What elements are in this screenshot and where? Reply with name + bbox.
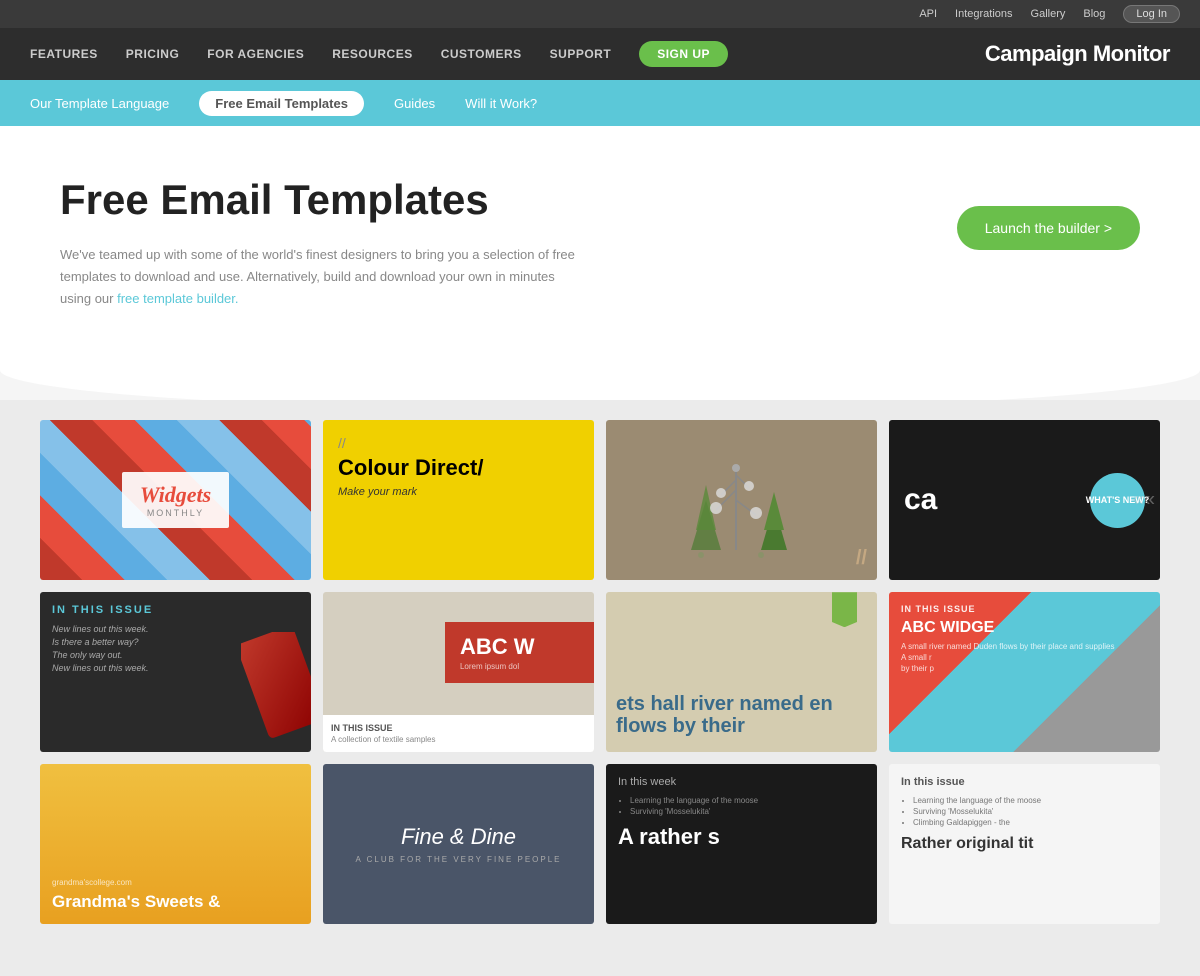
template-builder-link[interactable]: free template builder.	[117, 291, 238, 306]
template-card-fine[interactable]: Fine & Dine A CLUB FOR THE VERY FINE PEO…	[323, 764, 594, 924]
templates-grid-row3: grandma'scollege.com Grandma's Sweets & …	[40, 764, 1160, 924]
nav-pricing[interactable]: PRICING	[126, 47, 180, 61]
launch-builder-button[interactable]: Launch the builder >	[957, 206, 1140, 250]
colour-sub: Make your mark	[338, 486, 579, 498]
nav-customers[interactable]: CUSTOMERS	[441, 47, 522, 61]
templates-grid-row2: IN THIS ISSUE New lines out this week. I…	[40, 592, 1160, 752]
river-ribbon	[832, 592, 857, 627]
integrations-link[interactable]: Integrations	[955, 8, 1012, 20]
subnav-will-it-work[interactable]: Will it Work?	[465, 96, 537, 111]
skate-image	[241, 632, 311, 752]
template-card-issue[interactable]: In this issue Learning the language of t…	[889, 764, 1160, 924]
issue-item-3: Climbing Galdapiggen - the	[913, 818, 1148, 827]
grandma-url: grandma'scollege.com	[52, 878, 299, 887]
template-card-grandma[interactable]: grandma'scollege.com Grandma's Sweets &	[40, 764, 311, 924]
template-card-colour[interactable]: // Colour Direct/ Make your mark	[323, 420, 594, 580]
templates-grid-row1: Widgets Monthly // Colour Direct/ Make y…	[40, 420, 1160, 580]
brand-logo[interactable]: Campaign Monitor	[985, 41, 1170, 67]
api-link[interactable]: API	[919, 8, 937, 20]
template-card-dark[interactable]: ca «« WHAT'S NEW?	[889, 420, 1160, 580]
issue-title: Rather original tit	[901, 835, 1148, 853]
week-header: In this week	[618, 776, 865, 788]
week-item-2: Surviving 'Mosselukita'	[630, 807, 865, 816]
login-button[interactable]: Log In	[1123, 5, 1180, 23]
sub-nav: Our Template Language Free Email Templat…	[0, 80, 1200, 126]
week-items: Learning the language of the moose Survi…	[618, 796, 865, 816]
wave-divider	[0, 350, 1200, 400]
nav-support[interactable]: SUPPORT	[550, 47, 612, 61]
dark-text: ca	[904, 483, 937, 517]
abc2-item-3: by their p	[901, 664, 1148, 673]
abc2-header: IN THIS ISSUE	[901, 604, 1148, 614]
template-card-abc-textile[interactable]: ABC W Lorem ipsum dol IN THIS ISSUE A co…	[323, 592, 594, 752]
template-card-abc2[interactable]: IN THIS ISSUE ABC WIDGE A small river na…	[889, 592, 1160, 752]
hero-section: Free Email Templates We've teamed up wit…	[0, 126, 1200, 350]
nature-slash: //	[856, 547, 867, 570]
issue-items: Learning the language of the moose Survi…	[901, 796, 1148, 827]
signup-button[interactable]: SIGN UP	[639, 41, 728, 67]
abc-header: IN THIS ISSUE A collection of textile sa…	[323, 715, 594, 752]
abc2-title: ABC WIDGE	[901, 619, 1148, 637]
hero-description: We've teamed up with some of the world's…	[60, 244, 580, 310]
subnav-free-templates[interactable]: Free Email Templates	[199, 91, 364, 116]
grandma-title: Grandma's Sweets &	[52, 892, 299, 912]
template-card-widgets[interactable]: Widgets Monthly	[40, 420, 311, 580]
abc-lorem: Lorem ipsum dol	[460, 662, 579, 671]
abc-letters: ABC W	[460, 634, 579, 660]
issue-item-1: Learning the language of the moose	[913, 796, 1148, 805]
issue-item-2: Surviving 'Mosselukita'	[913, 807, 1148, 816]
fine-title: Fine & Dine	[401, 824, 516, 850]
template-card-week[interactable]: In this week Learning the language of th…	[606, 764, 877, 924]
subnav-guides[interactable]: Guides	[394, 96, 435, 111]
week-title: A rather s	[618, 824, 865, 850]
fine-sub: A CLUB FOR THE VERY FINE PEOPLE	[355, 855, 561, 864]
hero-text: Free Email Templates We've teamed up wit…	[60, 176, 580, 310]
nav-resources[interactable]: RESOURCES	[332, 47, 413, 61]
nav-agencies[interactable]: FOR AGENCIES	[207, 47, 304, 61]
abc2-item-2: A small r	[901, 653, 1148, 662]
top-bar: API Integrations Gallery Blog Log In	[0, 0, 1200, 28]
subnav-template-language[interactable]: Our Template Language	[30, 96, 169, 111]
widgets-title: Widgets	[140, 482, 211, 508]
template-card-skate[interactable]: IN THIS ISSUE New lines out this week. I…	[40, 592, 311, 752]
blog-link[interactable]: Blog	[1083, 8, 1105, 20]
colour-tagline: //	[338, 435, 579, 451]
week-item-1: Learning the language of the moose	[630, 796, 865, 805]
widgets-sub: Monthly	[140, 508, 211, 518]
page-title: Free Email Templates	[60, 176, 580, 224]
abc2-item-1: A small river named Duden flows by their…	[901, 642, 1148, 651]
template-card-river[interactable]: ets hall river named en flows by their	[606, 592, 877, 752]
nav-features[interactable]: FEATURES	[30, 47, 98, 61]
colour-title: Colour Direct/	[338, 456, 579, 480]
main-nav: FEATURES PRICING FOR AGENCIES RESOURCES …	[0, 28, 1200, 80]
gallery-link[interactable]: Gallery	[1031, 8, 1066, 20]
dark-arrows-icon: ««	[1133, 489, 1155, 512]
abc2-items: A small river named Duden flows by their…	[901, 642, 1148, 673]
nav-links: FEATURES PRICING FOR AGENCIES RESOURCES …	[30, 41, 985, 67]
skate-header: IN THIS ISSUE	[52, 604, 299, 616]
tree-icon	[671, 430, 801, 570]
abc-red-block: ABC W Lorem ipsum dol	[445, 622, 594, 683]
issue-header: In this issue	[901, 776, 1148, 788]
template-card-nature[interactable]: //	[606, 420, 877, 580]
templates-section: Widgets Monthly // Colour Direct/ Make y…	[0, 400, 1200, 976]
river-title: ets hall river named en flows by their	[616, 693, 867, 737]
